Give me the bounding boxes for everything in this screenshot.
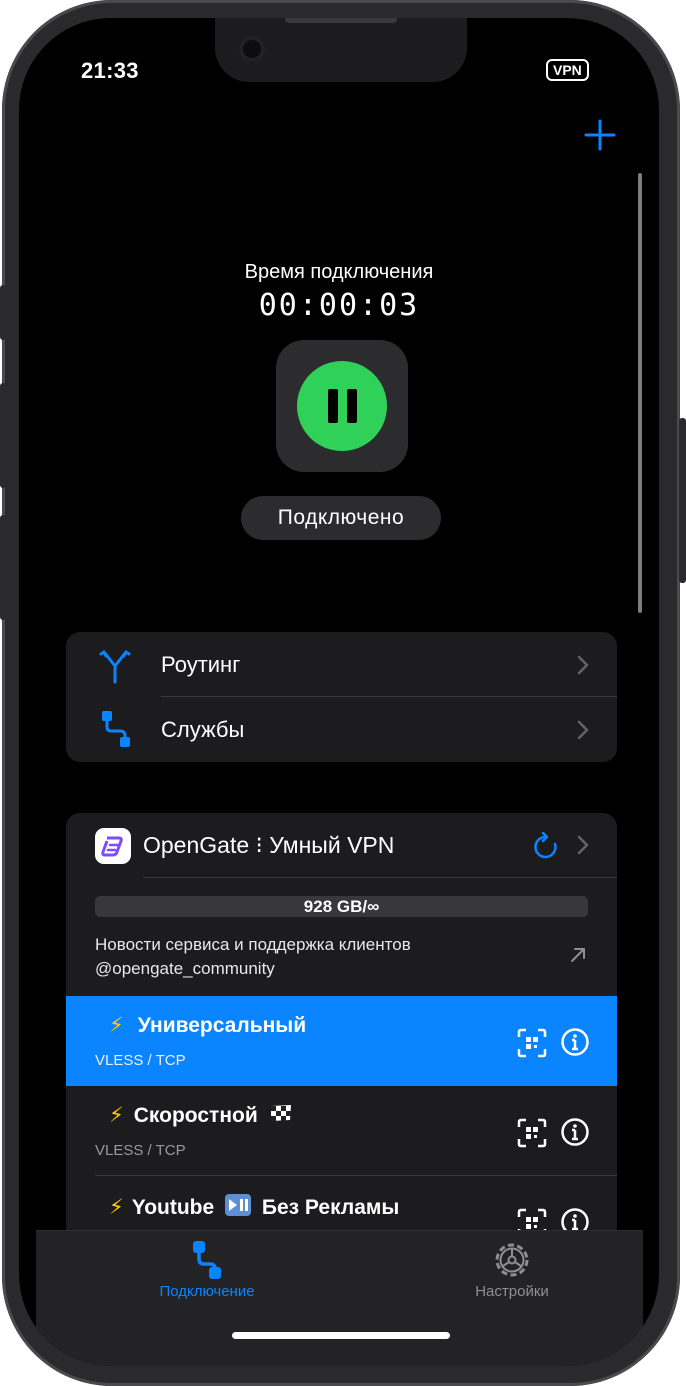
scroll-indicator[interactable] bbox=[638, 173, 642, 613]
chevron-right-icon bbox=[577, 835, 589, 855]
traffic-usage-bar: 928 GB/∞ bbox=[95, 896, 588, 917]
checkered-flag-icon bbox=[270, 1105, 291, 1121]
proxy-name: ⚡ Скоростной bbox=[109, 1103, 294, 1128]
opengate-logo bbox=[95, 828, 131, 864]
speaker bbox=[285, 18, 397, 23]
info-icon[interactable] bbox=[560, 1117, 590, 1147]
tab-bar: Подключение Настройки bbox=[36, 1230, 643, 1366]
play-pause-icon bbox=[225, 1194, 252, 1216]
menu-item-label: Службы bbox=[161, 716, 245, 742]
qr-code-icon[interactable] bbox=[517, 1028, 547, 1058]
proxy-suffix: Без Рекламы bbox=[261, 1196, 400, 1219]
chevron-right-icon bbox=[577, 720, 589, 740]
external-link-icon[interactable] bbox=[569, 946, 587, 964]
menu-item-routing[interactable]: Роутинг bbox=[66, 632, 617, 697]
proxy-protocol: VLESS / TCP bbox=[95, 1052, 186, 1069]
proxy-label: Youtube bbox=[131, 1196, 215, 1219]
proxy-label: Скоростной bbox=[133, 1104, 258, 1127]
tab-label: Настройки bbox=[475, 1283, 549, 1300]
tab-settings[interactable]: Настройки bbox=[412, 1239, 612, 1300]
status-time: 21:33 bbox=[81, 58, 139, 83]
home-indicator[interactable] bbox=[232, 1332, 450, 1339]
proxy-name: ⚡ Универсальный bbox=[109, 1013, 306, 1038]
connection-status-pill: Подключено bbox=[241, 496, 441, 540]
menu-item-label: Роутинг bbox=[161, 651, 241, 677]
phone-screen: 21:33 VPN Время подключения 00:00:03 Под… bbox=[19, 18, 659, 1366]
connect-toggle-tile[interactable] bbox=[276, 340, 408, 472]
tab-connection[interactable]: Подключение bbox=[107, 1239, 307, 1300]
connection-time-label: Время подключения bbox=[244, 261, 434, 283]
lightning-icon: ⚡ bbox=[109, 1104, 124, 1127]
divider bbox=[143, 877, 617, 878]
side-button-volume-up bbox=[0, 383, 6, 488]
services-icon bbox=[102, 711, 130, 747]
server-header[interactable]: OpenGate ⁝ Умный VPN bbox=[66, 813, 617, 877]
plus-icon[interactable] bbox=[583, 118, 617, 152]
lightning-icon: ⚡ bbox=[109, 1196, 124, 1219]
routing-icon bbox=[99, 650, 131, 684]
connection-timer: 00:00:03 bbox=[258, 288, 420, 323]
connection-icon bbox=[193, 1241, 221, 1279]
front-camera bbox=[239, 36, 265, 62]
community-handle: @opengate_community bbox=[95, 959, 275, 978]
info-icon[interactable] bbox=[560, 1027, 590, 1057]
notch bbox=[215, 18, 467, 82]
proxy-protocol: VLESS / TCP bbox=[95, 1142, 186, 1159]
proxy-item-fast[interactable]: ⚡ Скоростной VLESS / TCP bbox=[66, 1086, 617, 1176]
refresh-icon[interactable] bbox=[533, 832, 559, 860]
vpn-status-badge: VPN bbox=[546, 59, 589, 81]
tab-label: Подключение bbox=[159, 1283, 255, 1300]
side-button-volume-down bbox=[0, 515, 6, 620]
server-title: OpenGate ⁝ Умный VPN bbox=[143, 832, 395, 858]
chevron-right-icon bbox=[577, 655, 589, 675]
pause-button[interactable] bbox=[297, 361, 387, 451]
menu-item-services[interactable]: Службы bbox=[66, 697, 617, 762]
lightning-icon: ⚡ bbox=[109, 1014, 124, 1037]
pause-icon bbox=[327, 389, 338, 423]
menu-card: Роутинг Службы bbox=[66, 632, 617, 762]
news-text: Новости сервиса и поддержка клиентов bbox=[95, 935, 411, 954]
proxy-name: ⚡ Youtube Без Рекламы bbox=[109, 1193, 399, 1220]
proxy-label: Универсальный bbox=[137, 1014, 307, 1037]
side-button-power bbox=[679, 418, 686, 583]
server-card: OpenGate ⁝ Умный VPN 928 GB/∞ Новости се… bbox=[66, 813, 617, 1243]
qr-code-icon[interactable] bbox=[517, 1118, 547, 1148]
settings-gear-icon bbox=[495, 1243, 529, 1277]
pause-icon-bar bbox=[346, 389, 357, 423]
news-link[interactable]: Новости сервиса и поддержка клиентов @op… bbox=[95, 933, 411, 981]
side-button-silent bbox=[0, 285, 6, 340]
proxy-item-universal[interactable]: ⚡ Универсальный VLESS / TCP bbox=[66, 996, 617, 1086]
opengate-logo-icon bbox=[97, 830, 129, 862]
